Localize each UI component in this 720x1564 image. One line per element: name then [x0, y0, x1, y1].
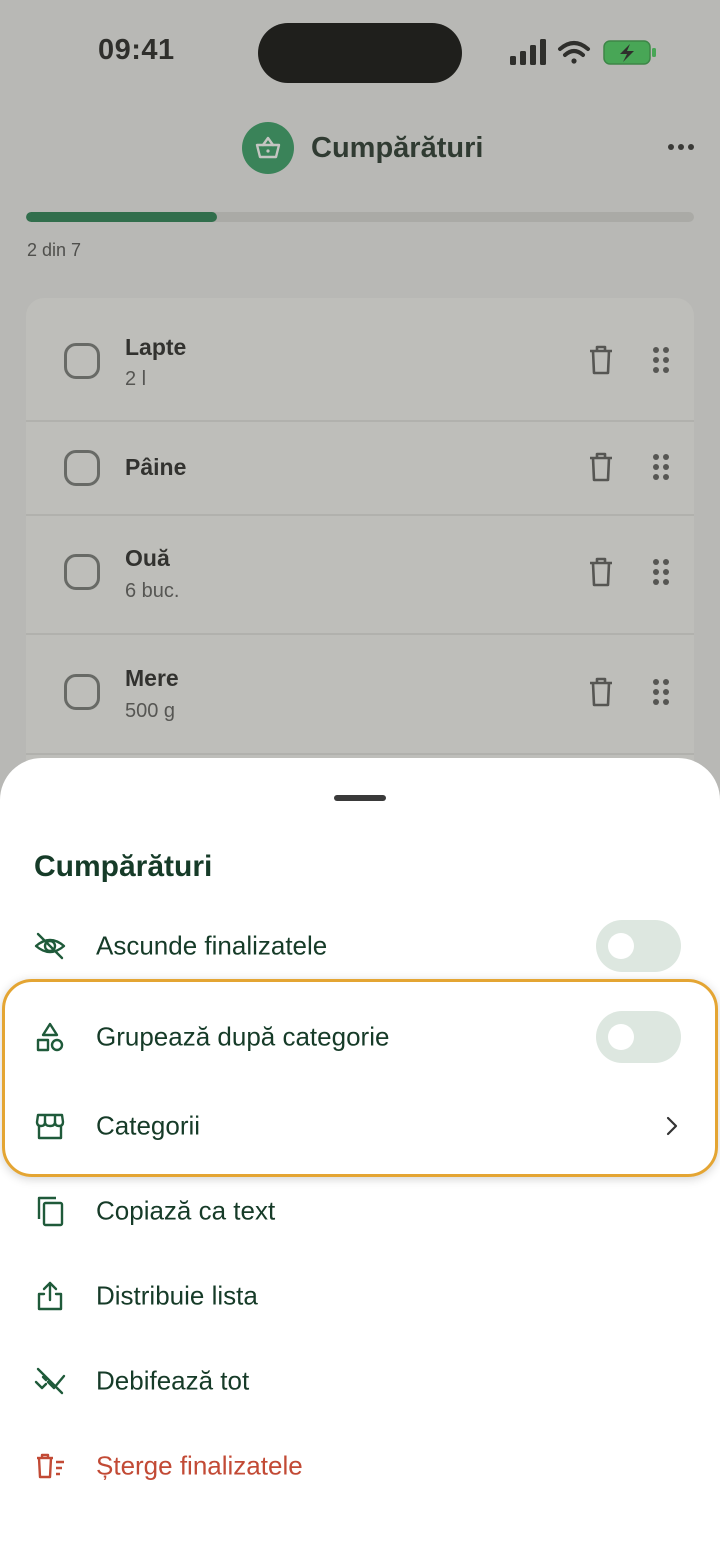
menu-label: Distribuie lista [96, 1280, 258, 1311]
menu-label: Copiază ca text [96, 1195, 276, 1226]
delete-sweep-icon [37, 1453, 64, 1479]
menu-item-share-list[interactable]: Distribuie lista [0, 1261, 720, 1331]
sheet-drag-handle[interactable] [334, 795, 386, 801]
menu-label: Ascunde finalizatele [96, 930, 328, 961]
menu-item-hide-completed[interactable]: Ascunde finalizatele [0, 911, 720, 981]
menu-item-uncheck-all[interactable]: Debifează tot [0, 1346, 720, 1416]
remove-done-icon [34, 1367, 66, 1395]
menu-item-delete-completed[interactable]: Șterge finalizatele [0, 1431, 720, 1501]
menu-label: Debifează tot [96, 1365, 250, 1396]
copy-icon [37, 1196, 64, 1227]
eye-off-icon [34, 932, 66, 960]
menu-label: Șterge finalizatele [96, 1450, 303, 1481]
hide-completed-toggle[interactable] [596, 920, 681, 972]
highlight-callout [2, 979, 718, 1177]
share-icon [37, 1281, 63, 1311]
toggle-knob [608, 933, 634, 959]
sheet-title: Cumpărături [34, 850, 213, 883]
menu-item-copy-as-text[interactable]: Copiază ca text [0, 1176, 720, 1246]
